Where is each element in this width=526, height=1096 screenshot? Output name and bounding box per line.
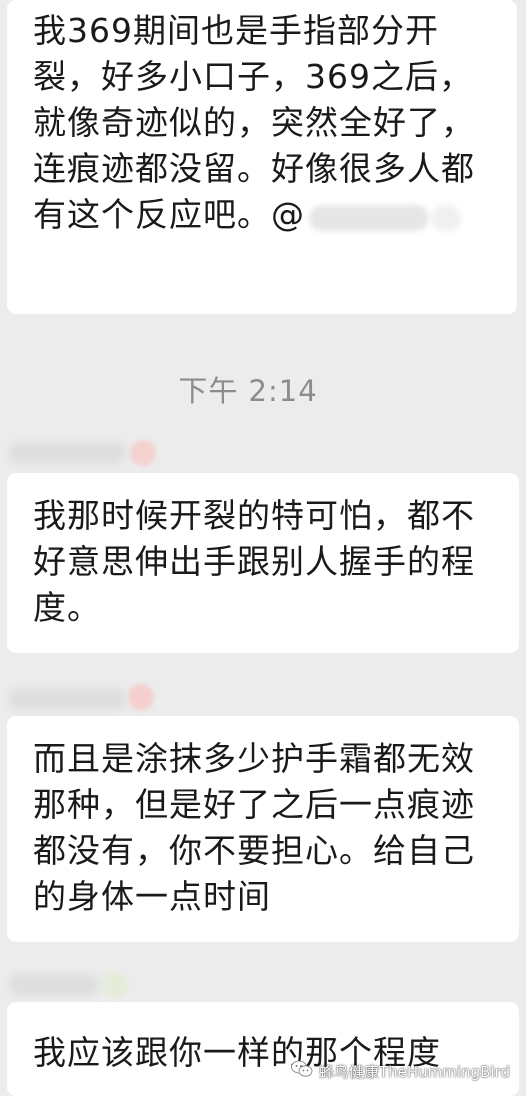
message-bubble[interactable]: 我那时候开裂的特可怕，都不好意思伸出手跟别人握手的程度。 — [7, 473, 519, 653]
blurred-sender-name — [8, 682, 168, 716]
message-bubble[interactable]: 我369期间也是手指部分开裂，好多小口子，369之后，就像奇迹似的，突然全好了，… — [7, 0, 517, 314]
wechat-icon — [291, 1060, 313, 1082]
message-text: 而且是涂抹多少护手霜都无效那种，但是好了之后一点痕迹都没有，你不要担心。给自己的… — [33, 739, 475, 916]
message-text: 我那时候开裂的特可怕，都不好意思伸出手跟别人握手的程度。 — [33, 496, 475, 627]
blurred-mention — [305, 201, 465, 235]
blurred-sender-name — [8, 436, 168, 470]
timestamp: 下午 2:14 — [178, 374, 318, 408]
blurred-sender-name — [8, 968, 168, 1002]
watermark-text: 蜂鸟健康TheHummingBird — [319, 1062, 510, 1081]
message-bubble[interactable]: 而且是涂抹多少护手霜都无效那种，但是好了之后一点痕迹都没有，你不要担心。给自己的… — [7, 716, 519, 942]
watermark: 蜂鸟健康TheHummingBird — [291, 1060, 510, 1082]
